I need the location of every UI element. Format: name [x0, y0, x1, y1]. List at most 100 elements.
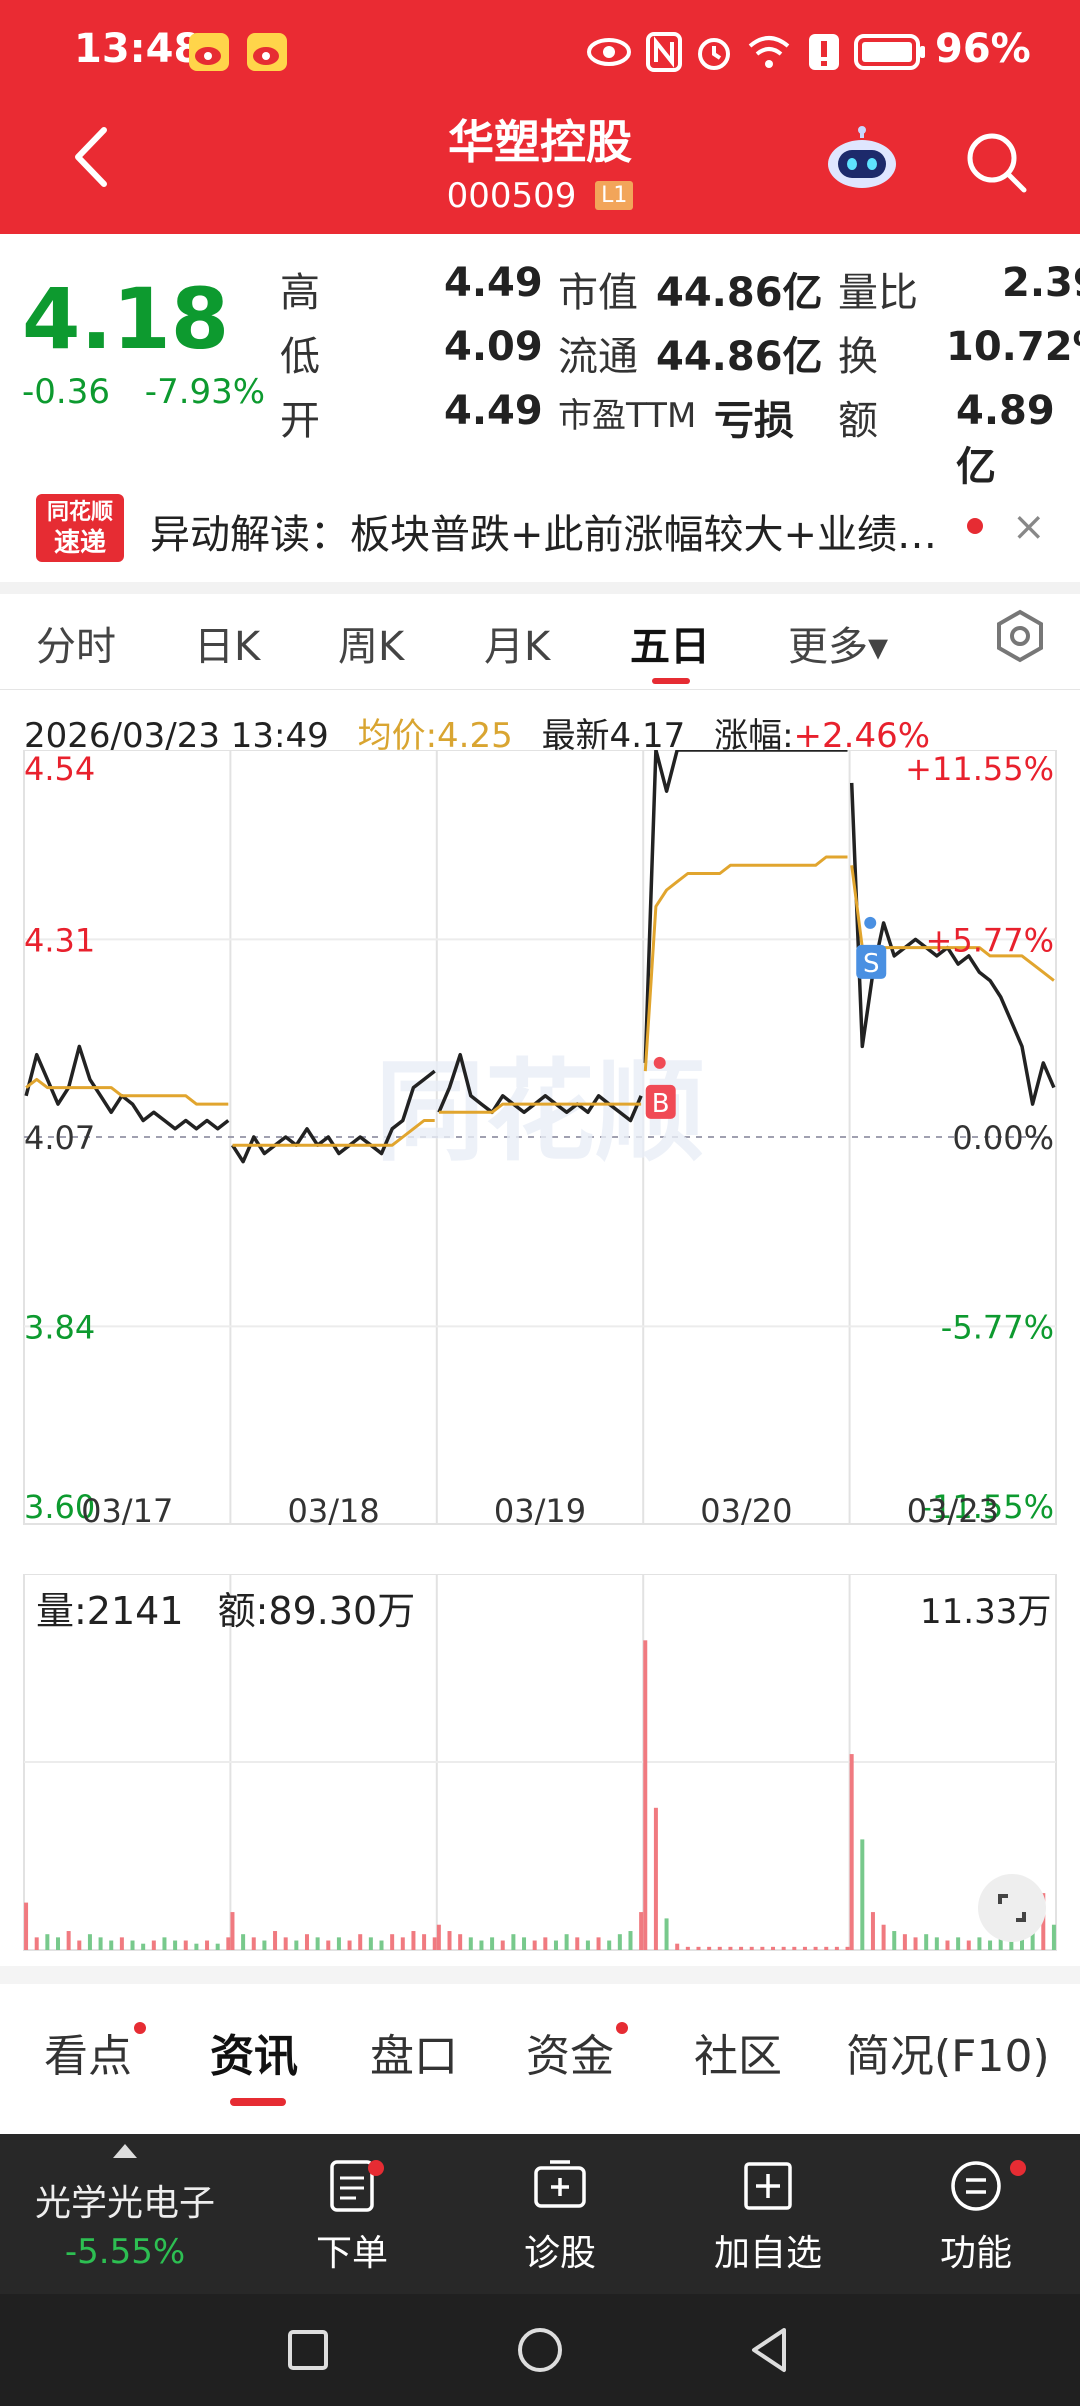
volume-bar — [881, 1924, 886, 1950]
tab-daily-k[interactable]: 日K — [194, 614, 260, 672]
unread-dot — [368, 2160, 384, 2176]
y-axis-tick-right: +5.77% — [926, 921, 1054, 959]
volume-bar — [849, 1754, 854, 1950]
volume-bar — [141, 1943, 146, 1950]
tab-weekly-k[interactable]: 周K — [338, 614, 404, 672]
volume-bar — [802, 1946, 807, 1950]
tab-community[interactable]: 社区 — [694, 2020, 782, 2084]
status-bar: 13:48 96% — [0, 0, 1080, 100]
bottom-action-bar: 光学光电子 -5.55% 下单 诊股 加自选 功能 — [0, 2134, 1080, 2294]
home-icon[interactable] — [510, 2320, 570, 2380]
back-nav-icon[interactable] — [740, 2320, 800, 2380]
tab-f10-profile[interactable]: 简况(F10) — [846, 2020, 1050, 2084]
tab-monthly-k[interactable]: 月K — [484, 614, 550, 672]
volume-bar — [696, 1946, 701, 1950]
quote-panel: 4.18 -0.36 -7.93% 高 4.49 低 4.09 开 4.49 市… — [0, 234, 1080, 490]
weibo-notification-icon — [189, 33, 229, 71]
y-axis-tick-left: 4.54 — [24, 750, 95, 788]
volume-bar — [336, 1937, 341, 1950]
menu-icon — [951, 2161, 1001, 2211]
amount-value: 额:89.30万 — [217, 1589, 416, 1633]
volume-bar — [685, 1946, 690, 1950]
volume-bar — [653, 1807, 658, 1950]
robot-assistant-icon[interactable] — [822, 126, 902, 192]
volume-bar — [77, 1940, 82, 1950]
tab-more[interactable]: 更多▾ — [788, 614, 888, 672]
divider — [0, 1966, 1080, 1984]
close-icon[interactable]: × — [1012, 504, 1046, 550]
stat-label-high: 高 — [280, 270, 320, 316]
volume-bar — [358, 1934, 363, 1950]
volume-bar — [956, 1937, 961, 1950]
volume-bar — [924, 1934, 929, 1950]
tab-capital-flow[interactable]: 资金 — [526, 2020, 614, 2084]
stat-value-turnover: 10.72% — [946, 324, 1080, 370]
stock-code-row: 000509 L1 — [0, 174, 1080, 216]
recents-icon[interactable] — [278, 2320, 338, 2380]
add-watchlist-button[interactable]: 加自选 — [688, 2156, 848, 2276]
x-axis-tick: 03/17 — [81, 1492, 173, 1530]
volume-bar — [675, 1943, 680, 1950]
volume-bar — [834, 1946, 839, 1950]
sector-name: 光学光电子 — [34, 2183, 215, 2224]
volume-bar — [596, 1937, 601, 1950]
volume-bar — [109, 1940, 114, 1950]
volume-bar — [151, 1940, 156, 1950]
eye-icon — [587, 38, 631, 66]
current-price: 4.18 — [22, 270, 230, 368]
volume-bar — [575, 1937, 580, 1950]
stock-name: 华塑控股 — [448, 115, 632, 169]
volume-bar — [368, 1937, 373, 1950]
volume-bar — [664, 1918, 669, 1950]
volume-bar — [739, 1946, 744, 1950]
volume-bar — [273, 1931, 278, 1950]
volume-bar — [532, 1940, 537, 1950]
add-icon — [744, 2162, 792, 2210]
price-change: -0.36 — [22, 372, 110, 412]
volume-bar — [34, 1937, 39, 1950]
volume-bar — [422, 1934, 427, 1950]
tab-highlights[interactable]: 看点 — [44, 2020, 132, 2084]
volume-bar — [792, 1946, 797, 1950]
volume-bar — [617, 1934, 622, 1950]
sector-ticker[interactable]: 光学光电子 -5.55% — [0, 2134, 250, 2294]
unread-dot — [134, 2022, 146, 2034]
app-header: 13:48 96% 华塑控股 000509 L1 — [0, 0, 1080, 234]
active-tab-indicator — [230, 2098, 286, 2106]
price-change-row: -0.36 -7.93% — [22, 372, 289, 412]
stat-label-turnover: 换 — [838, 334, 878, 380]
volume-bar — [194, 1943, 199, 1950]
volume-bar — [315, 1937, 320, 1950]
active-tab-indicator — [652, 678, 690, 684]
volume-bar — [771, 1946, 776, 1950]
stat-value-open: 4.49 — [444, 388, 543, 434]
tab-news[interactable]: 资讯 — [210, 2020, 298, 2084]
search-icon[interactable] — [964, 130, 1028, 194]
stat-label-float-cap: 流通 — [558, 334, 638, 380]
volume-bar — [411, 1931, 416, 1950]
volume-bar — [230, 1912, 235, 1950]
chart-settings-icon[interactable] — [992, 608, 1048, 664]
tab-order-book[interactable]: 盘口 — [370, 2020, 458, 2084]
volume-bar — [56, 1937, 61, 1950]
volume-info: 量:2141 额:89.30万 — [36, 1580, 437, 1635]
volume-bar — [183, 1940, 188, 1950]
volume-bar — [241, 1934, 246, 1950]
volume-bar — [45, 1934, 50, 1950]
tab-five-day[interactable]: 五日 — [630, 614, 710, 672]
volume-bar — [283, 1937, 288, 1950]
stat-value-pe: 亏损 — [714, 398, 794, 444]
unread-dot — [616, 2022, 628, 2034]
volume-bar — [728, 1946, 733, 1950]
five-day-price-chart[interactable]: 同花顺 BS 4.54 +11.55%4.31 +5.77%4.07 0.00%3.8… — [0, 750, 1080, 1540]
function-menu-button[interactable]: 功能 — [896, 2156, 1056, 2276]
tab-intraday[interactable]: 分时 — [36, 614, 116, 672]
volume-bar — [347, 1940, 352, 1950]
volume-bar — [564, 1934, 569, 1950]
y-axis-tick-left: 4.31 — [24, 921, 95, 959]
order-button[interactable]: 下单 — [272, 2156, 432, 2276]
diagnose-button[interactable]: 诊股 — [480, 2156, 640, 2276]
volume-max-label: 11.33万 — [920, 1592, 1052, 1632]
fullscreen-icon[interactable] — [978, 1874, 1046, 1942]
news-alert-bar[interactable]: 同花顺 速递 异动解读：板块普跌+此前涨幅较大+业绩… — [0, 470, 1080, 582]
